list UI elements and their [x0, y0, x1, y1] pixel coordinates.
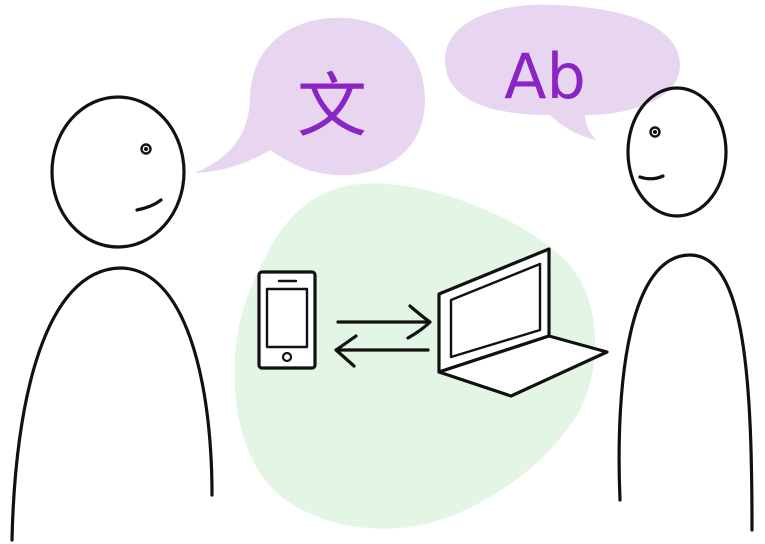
person-left-pupil: [144, 147, 148, 151]
speech-bubble-right: Ab: [445, 4, 680, 141]
speech-bubble-right-glyph: Ab: [504, 40, 586, 113]
speech-bubble-left-glyph: 文: [297, 65, 367, 147]
person-left-head: [50, 95, 186, 249]
translation-illustration: 文 Ab: [10, 4, 754, 542]
person-right-body: [617, 253, 754, 532]
person-left: [10, 95, 214, 542]
person-left-mouth: [135, 198, 163, 212]
person-right: [617, 86, 754, 532]
smartphone-icon: [257, 270, 317, 370]
speech-bubble-left: 文: [195, 17, 425, 176]
person-right-head: [626, 86, 728, 218]
person-left-body: [10, 266, 214, 542]
person-right-pupil: [653, 130, 657, 134]
person-right-mouth: [638, 174, 665, 181]
